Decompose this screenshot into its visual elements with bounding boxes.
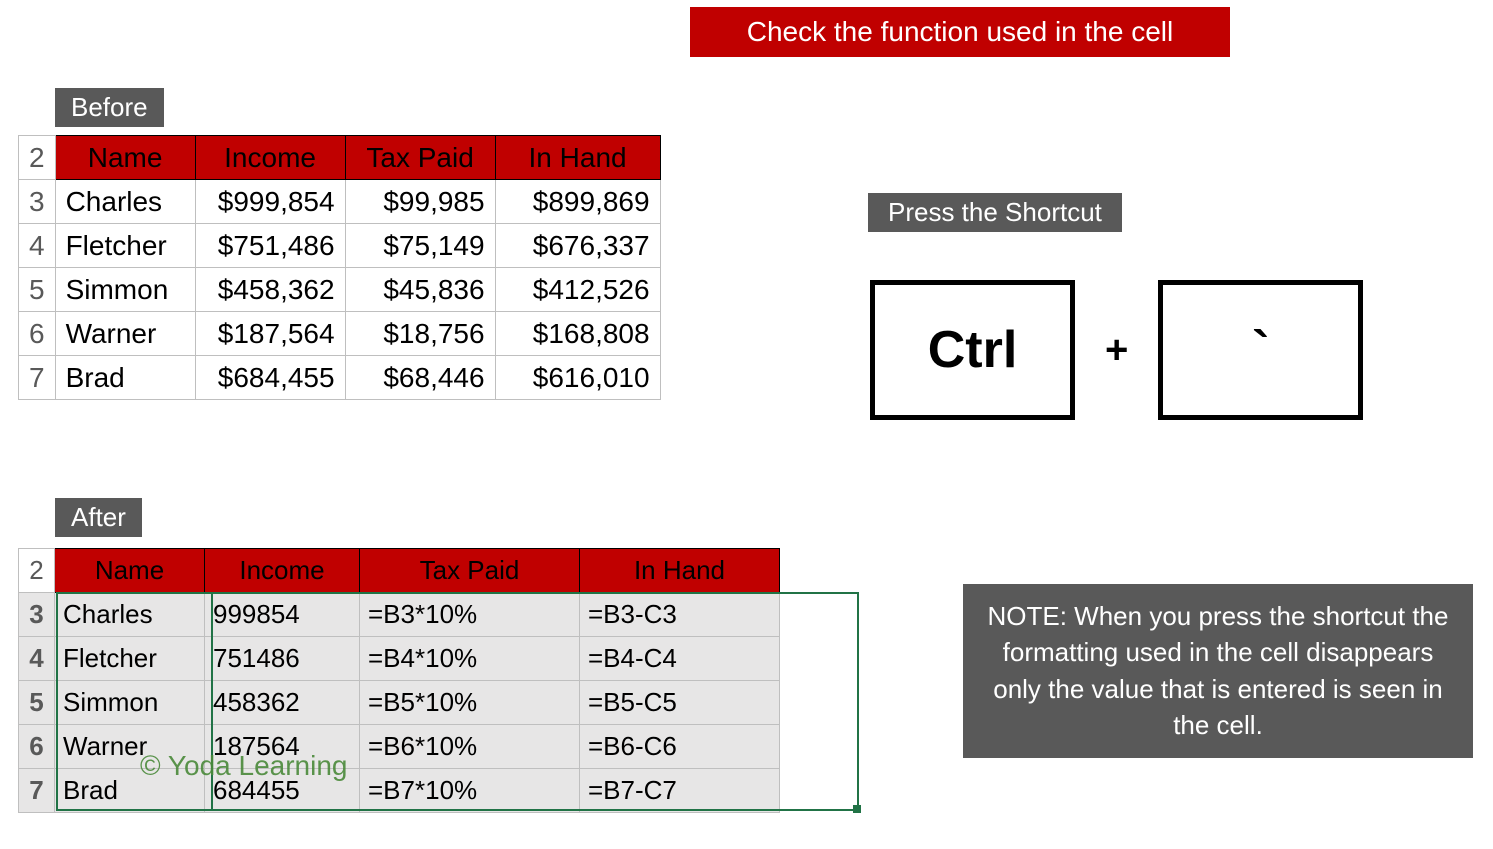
cell-name: Charles	[55, 593, 205, 637]
row-number: 4	[19, 224, 56, 268]
table-row: 3 Charles $999,854 $99,985 $899,869	[19, 180, 661, 224]
cell-name: Warner	[55, 725, 205, 769]
table-row: 7 Brad 684455 =B7*10% =B7-C7	[19, 769, 780, 813]
row-number: 3	[19, 593, 55, 637]
cell-tax: $75,149	[345, 224, 495, 268]
table-row: 4 Fletcher $751,486 $75,149 $676,337	[19, 224, 661, 268]
cell-inhand: =B6-C6	[580, 725, 780, 769]
table-row: 5 Simmon 458362 =B5*10% =B5-C5	[19, 681, 780, 725]
note-box: NOTE: When you press the shortcut the fo…	[963, 584, 1473, 758]
cell-income: $458,362	[195, 268, 345, 312]
table-header-row: 2 Name Income Tax Paid In Hand	[19, 549, 780, 593]
col-header-taxpaid: Tax Paid	[360, 549, 580, 593]
cell-name: Brad	[55, 769, 205, 813]
col-header-name: Name	[55, 136, 195, 180]
col-header-taxpaid: Tax Paid	[345, 136, 495, 180]
cell-name: Simmon	[55, 681, 205, 725]
cell-inhand: $899,869	[495, 180, 660, 224]
row-number: 2	[19, 136, 56, 180]
before-table: 2 Name Income Tax Paid In Hand 3 Charles…	[18, 135, 661, 400]
key-ctrl: Ctrl	[870, 280, 1075, 420]
cell-income: $751,486	[195, 224, 345, 268]
cell-inhand: =B4-C4	[580, 637, 780, 681]
cell-name: Fletcher	[55, 224, 195, 268]
cell-name: Simmon	[55, 268, 195, 312]
title-banner: Check the function used in the cell	[690, 7, 1230, 57]
table-row: 6 Warner $187,564 $18,756 $168,808	[19, 312, 661, 356]
cell-tax: =B6*10%	[360, 725, 580, 769]
row-number: 7	[19, 356, 56, 400]
row-number: 2	[19, 549, 55, 593]
cell-tax: $99,985	[345, 180, 495, 224]
cell-inhand: $412,526	[495, 268, 660, 312]
cell-name: Charles	[55, 180, 195, 224]
after-table: 2 Name Income Tax Paid In Hand 3 Charles…	[18, 548, 780, 813]
cell-inhand: $616,010	[495, 356, 660, 400]
cell-tax: =B5*10%	[360, 681, 580, 725]
cell-income: 999854	[205, 593, 360, 637]
cell-tax: =B4*10%	[360, 637, 580, 681]
cell-income: 187564	[205, 725, 360, 769]
table-row: 5 Simmon $458,362 $45,836 $412,526	[19, 268, 661, 312]
after-label: After	[55, 498, 142, 537]
row-number: 6	[19, 725, 55, 769]
table-row: 6 Warner 187564 =B6*10% =B6-C6	[19, 725, 780, 769]
cell-tax: $18,756	[345, 312, 495, 356]
cell-tax: =B7*10%	[360, 769, 580, 813]
selection-handle-icon	[853, 805, 861, 813]
table-row: 4 Fletcher 751486 =B4*10% =B4-C4	[19, 637, 780, 681]
cell-inhand: $168,808	[495, 312, 660, 356]
row-number: 4	[19, 637, 55, 681]
plus-icon: +	[1105, 328, 1128, 373]
table-row: 3 Charles 999854 =B3*10% =B3-C3	[19, 593, 780, 637]
cell-income: 458362	[205, 681, 360, 725]
cell-income: 684455	[205, 769, 360, 813]
cell-inhand: =B3-C3	[580, 593, 780, 637]
col-header-income: Income	[205, 549, 360, 593]
cell-inhand: =B5-C5	[580, 681, 780, 725]
before-label: Before	[55, 88, 164, 127]
row-number: 5	[19, 268, 56, 312]
cell-name: Warner	[55, 312, 195, 356]
row-number: 6	[19, 312, 56, 356]
shortcut-label: Press the Shortcut	[868, 193, 1122, 232]
table-header-row: 2 Name Income Tax Paid In Hand	[19, 136, 661, 180]
row-number: 3	[19, 180, 56, 224]
cell-tax: $45,836	[345, 268, 495, 312]
cell-inhand: =B7-C7	[580, 769, 780, 813]
cell-tax: =B3*10%	[360, 593, 580, 637]
key-backtick: `	[1158, 280, 1363, 420]
cell-name: Fletcher	[55, 637, 205, 681]
shortcut-keys: Ctrl + `	[870, 280, 1363, 420]
cell-tax: $68,446	[345, 356, 495, 400]
cell-income: $684,455	[195, 356, 345, 400]
cell-income: $187,564	[195, 312, 345, 356]
col-header-income: Income	[195, 136, 345, 180]
cell-income: 751486	[205, 637, 360, 681]
row-number: 5	[19, 681, 55, 725]
table-row: 7 Brad $684,455 $68,446 $616,010	[19, 356, 661, 400]
cell-income: $999,854	[195, 180, 345, 224]
cell-name: Brad	[55, 356, 195, 400]
cell-inhand: $676,337	[495, 224, 660, 268]
col-header-name: Name	[55, 549, 205, 593]
row-number: 7	[19, 769, 55, 813]
col-header-inhand: In Hand	[495, 136, 660, 180]
col-header-inhand: In Hand	[580, 549, 780, 593]
